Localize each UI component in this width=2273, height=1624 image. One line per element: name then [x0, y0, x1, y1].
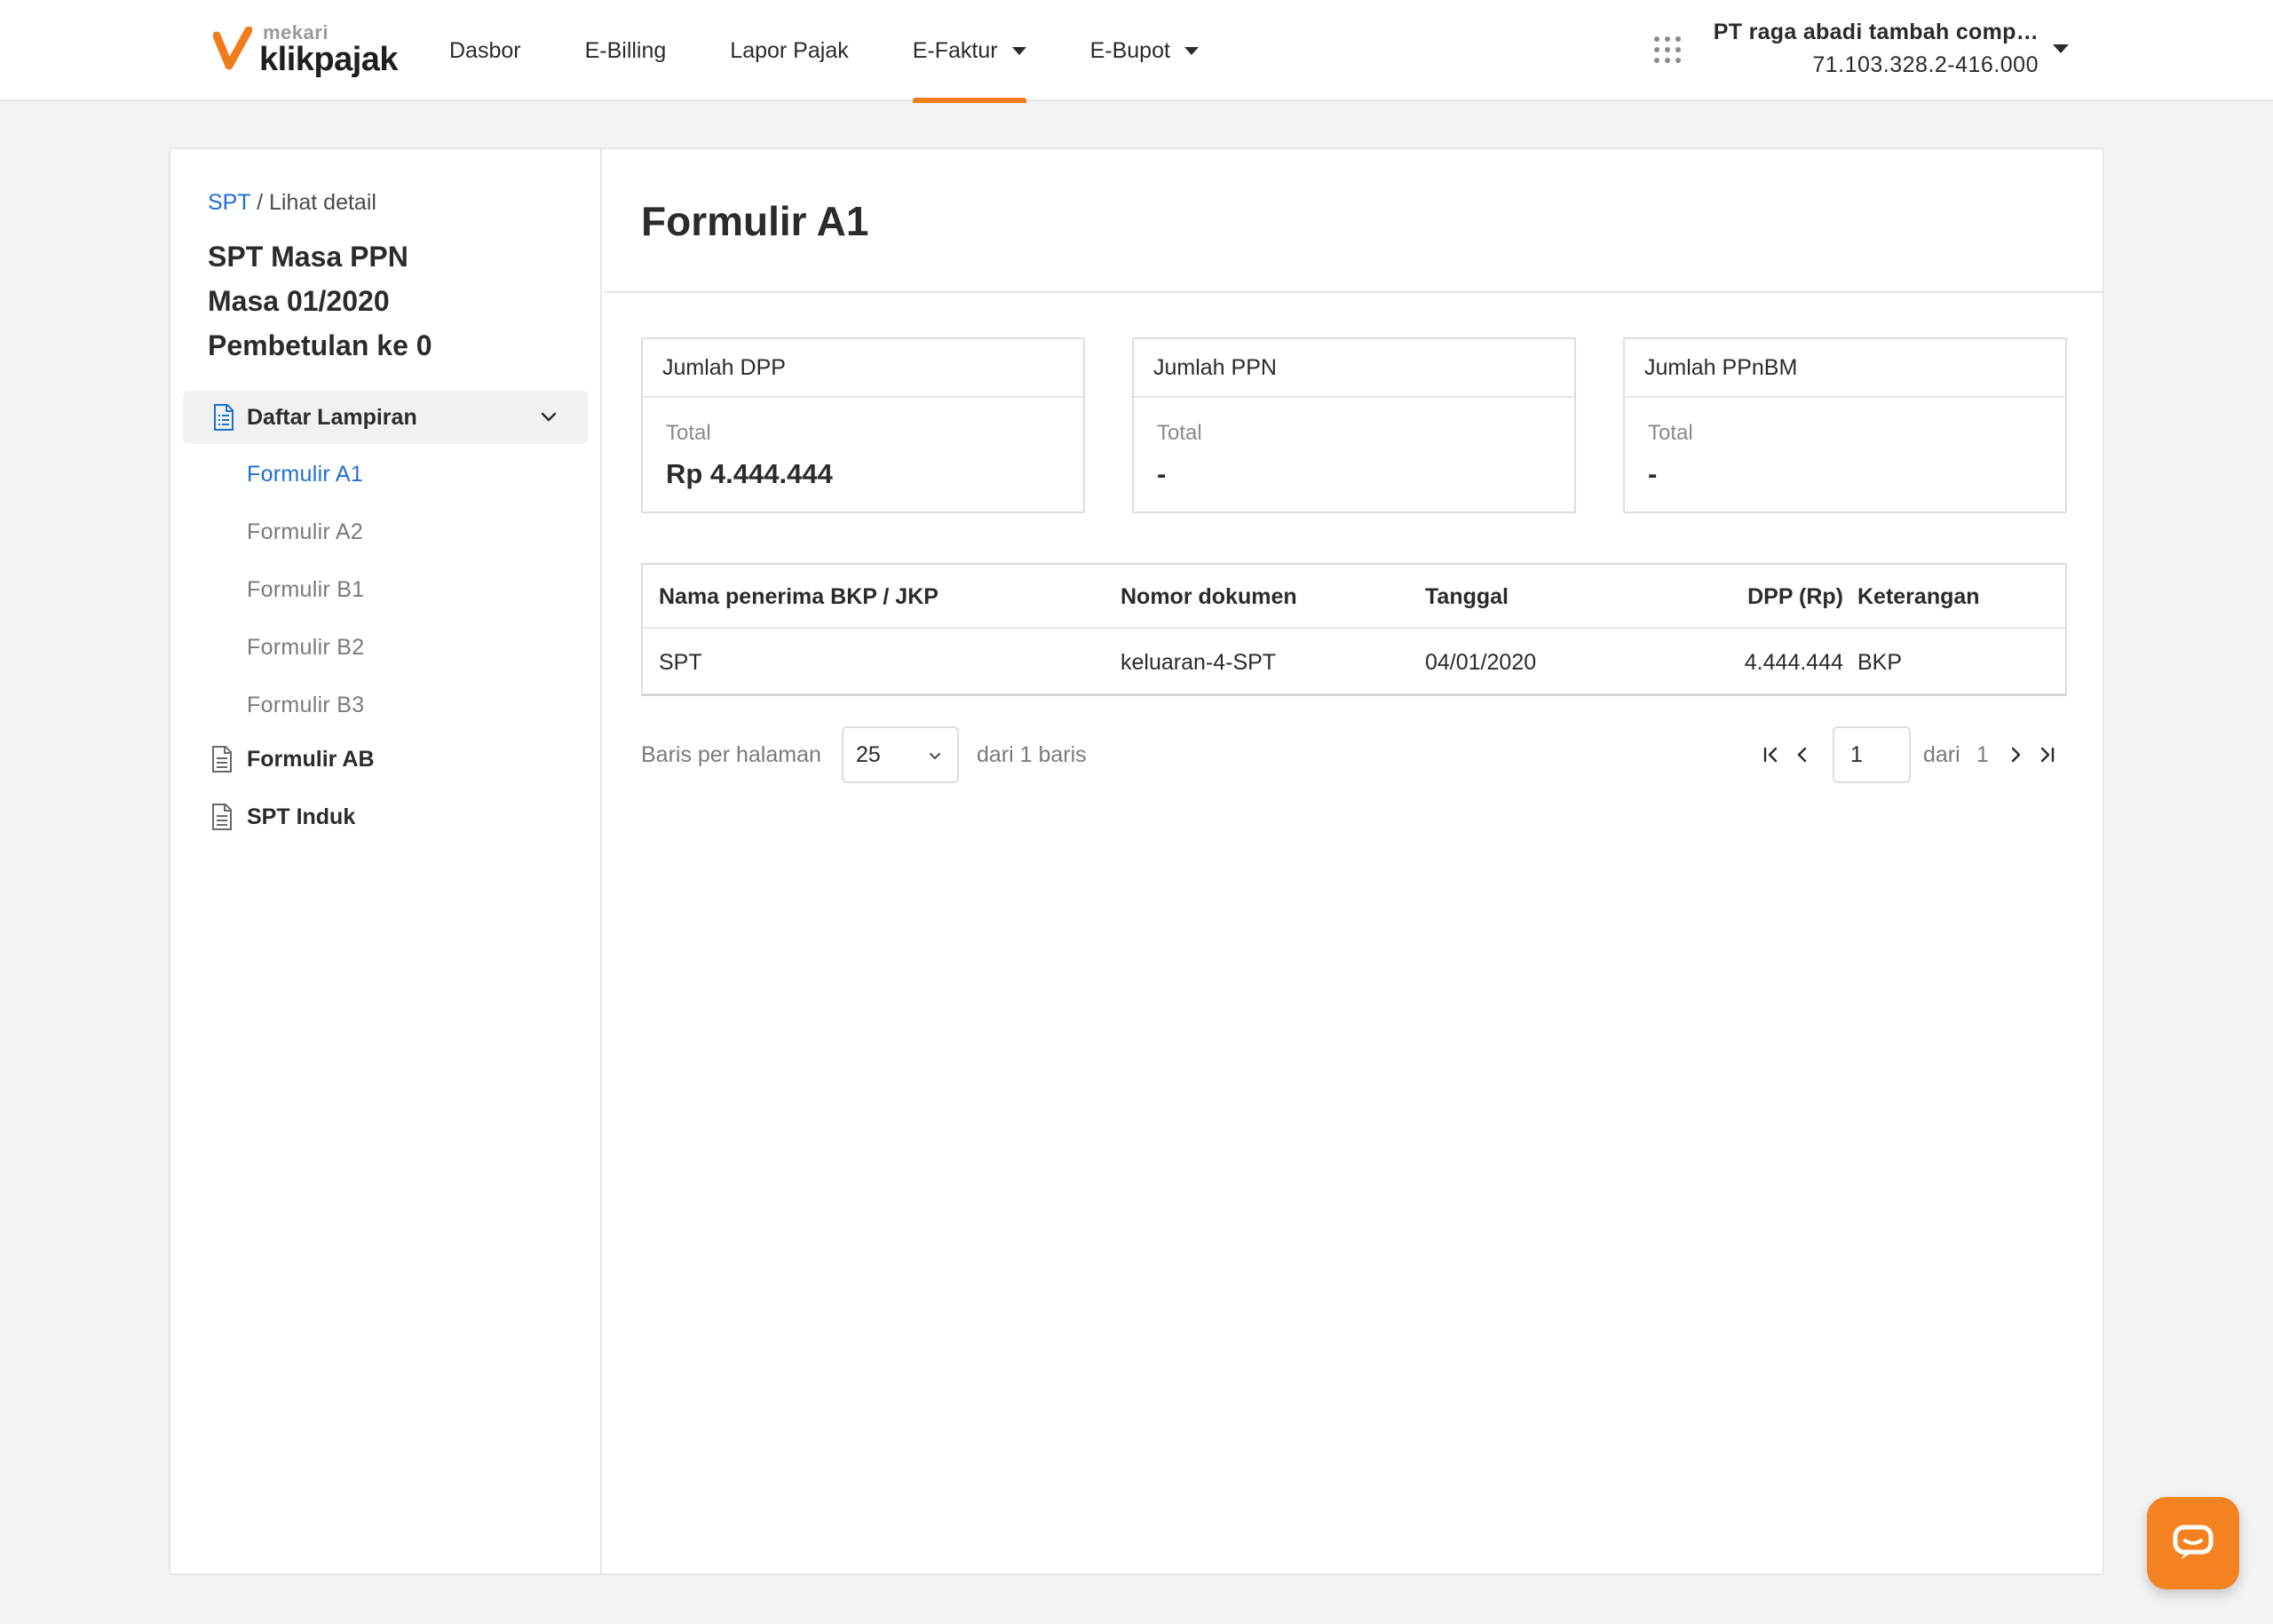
main-nav: Dasbor E-Billing Lapor Pajak E-Faktur E-…: [417, 0, 1231, 103]
total-rows-label: dari 1 baris: [977, 741, 1087, 767]
klikpajak-logo[interactable]: mekari klikpajak: [213, 21, 399, 78]
main-panel: SPT / Lihat detail SPT Masa PPN Masa 01/…: [169, 147, 2104, 1575]
rows-per-page-label: Baris per halaman: [641, 741, 821, 767]
apps-grid-icon[interactable]: [1653, 36, 1682, 64]
column-header-keterangan[interactable]: Keterangan: [1857, 565, 1980, 629]
nav-item-lapor-pajak[interactable]: Lapor Pajak: [698, 0, 880, 101]
column-header-nama-penerima[interactable]: Nama penerima BKP / JKP: [659, 565, 939, 629]
nav-item-e-faktur[interactable]: E-Faktur: [881, 0, 1058, 103]
breadcrumb-current: / Lihat detail: [257, 190, 376, 215]
chat-widget-button[interactable]: [2147, 1497, 2239, 1589]
nav-item-e-bupot[interactable]: E-Bupot: [1058, 0, 1231, 101]
logo-klikpajak-text: klikpajak: [259, 41, 399, 78]
nav-item-e-billing[interactable]: E-Billing: [553, 0, 699, 101]
sidebar-group-daftar-lampiran[interactable]: Daftar Lampiran: [183, 391, 588, 444]
sidebar-item-formulir-b2[interactable]: Formulir B2: [247, 635, 365, 661]
sidebar-item-spt-induk[interactable]: SPT Induk: [211, 804, 355, 830]
sidebar-item-formulir-b3[interactable]: Formulir B3: [247, 693, 365, 718]
sidebar: SPT / Lihat detail SPT Masa PPN Masa 01/…: [170, 149, 602, 1573]
spt-title: SPT Masa PPN Masa 01/2020 Pembetulan ke …: [208, 241, 432, 361]
summary-card-ppn: Jumlah PPN Total -: [1132, 337, 1576, 513]
card-header: Jumlah PPN: [1134, 339, 1574, 398]
sidebar-item-formulir-b1[interactable]: Formulir B1: [247, 577, 365, 603]
breadcrumb-spt-link[interactable]: SPT: [208, 190, 250, 215]
logo-mekari-text: mekari: [263, 21, 329, 44]
top-navbar: mekari klikpajak Dasbor E-Billing Lapor …: [0, 0, 2273, 103]
rows-per-page-select[interactable]: 25: [842, 726, 959, 783]
table-cell-nomor-dokumen: keluaran-4-SPT: [1121, 649, 1277, 675]
card-value: -: [1648, 458, 1658, 489]
chevron-down-icon: [541, 412, 557, 422]
sidebar-item-label: SPT Induk: [247, 804, 356, 829]
nav-item-dasbor[interactable]: Dasbor: [417, 0, 553, 101]
next-page-icon[interactable]: [2003, 742, 2028, 767]
sidebar-item-formulir-a1[interactable]: Formulir A1: [247, 462, 363, 487]
page-title: Formulir A1: [641, 198, 869, 244]
chevron-down-icon: [930, 753, 940, 759]
card-value: Rp 4.444.444: [666, 458, 833, 489]
sidebar-item-formulir-a2[interactable]: Formulir A2: [247, 519, 363, 545]
pagination: Baris per halaman 25 dari 1 baris dari 1: [641, 726, 2067, 783]
table-header-row: Nama penerima BKP / JKP Nomor dokumen Ta…: [643, 565, 2065, 629]
caret-down-icon: [1011, 46, 1026, 55]
company-npwp: 71.103.328.2-416.000: [1812, 52, 2039, 77]
company-switcher[interactable]: PT raga abadi tambah comp… 71.103.328.2-…: [1714, 20, 2039, 78]
formulir-table: Nama penerima BKP / JKP Nomor dokumen Ta…: [641, 563, 2067, 696]
document-icon: [212, 804, 232, 830]
content-header: Formulir A1: [604, 149, 2103, 293]
content-area: Formulir A1 Jumlah DPP Total Rp 4.444.44…: [604, 149, 2103, 1573]
column-header-tanggal[interactable]: Tanggal: [1425, 565, 1509, 629]
previous-page-icon[interactable]: [1790, 742, 1815, 767]
card-header: Jumlah PPnBM: [1625, 339, 2065, 398]
sidebar-item-formulir-ab[interactable]: Formulir AB: [211, 746, 375, 772]
card-subtitle: Total: [666, 421, 711, 445]
list-document-icon: [214, 404, 234, 431]
sidebar-item-label: Formulir AB: [247, 746, 375, 772]
table-row[interactable]: SPT keluaran-4-SPT 04/01/2020 4.444.444 …: [643, 630, 2065, 694]
card-header: Jumlah DPP: [643, 339, 1083, 398]
logo-check-icon: [213, 27, 252, 70]
sidebar-group-label: Daftar Lampiran: [247, 404, 417, 430]
column-header-nomor-dokumen[interactable]: Nomor dokumen: [1121, 565, 1297, 629]
caret-down-icon: [1184, 46, 1199, 55]
breadcrumb: SPT / Lihat detail: [208, 190, 376, 216]
page-number-input[interactable]: [1833, 726, 1911, 783]
first-page-icon[interactable]: [1758, 742, 1783, 767]
table-cell-keterangan: BKP: [1857, 649, 1903, 675]
card-subtitle: Total: [1648, 421, 1693, 445]
table-cell-nama-penerima: SPT: [659, 649, 702, 675]
company-name: PT raga abadi tambah comp…: [1713, 20, 2039, 44]
summary-card-ppnbm: Jumlah PPnBM Total -: [1623, 337, 2067, 513]
table-cell-dpp: 4.444.444: [1744, 649, 1843, 675]
page-of-label: dari: [1923, 741, 1960, 767]
company-caret-down-icon[interactable]: [2053, 44, 2069, 53]
table-cell-tanggal: 04/01/2020: [1425, 649, 1537, 675]
page-total: 1: [1976, 741, 1989, 767]
card-subtitle: Total: [1157, 421, 1202, 445]
column-header-dpp[interactable]: DPP (Rp): [1620, 565, 1843, 629]
chat-icon: [2173, 1525, 2214, 1559]
summary-card-dpp: Jumlah DPP Total Rp 4.444.444: [641, 337, 1085, 513]
last-page-icon[interactable]: [2035, 742, 2060, 767]
card-value: -: [1157, 458, 1167, 489]
document-icon: [212, 746, 232, 772]
